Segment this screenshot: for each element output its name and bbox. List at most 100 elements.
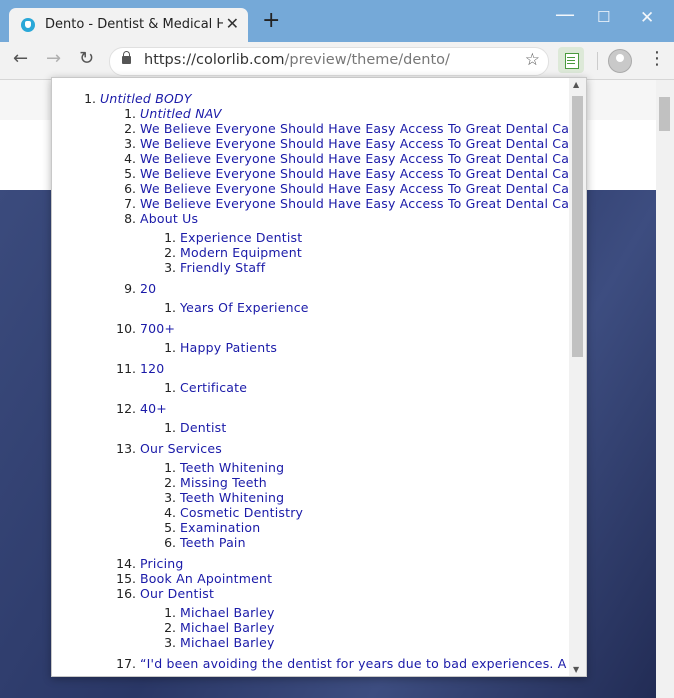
toolbar-divider xyxy=(597,52,598,70)
popup-scrollbar-thumb[interactable] xyxy=(572,96,583,357)
outline-subitem: Pricing xyxy=(140,556,568,571)
outline-subsubitem: Michael Barley xyxy=(180,620,568,635)
outline-subitem: Our Services Teeth WhiteningMissing Teeth… xyxy=(140,441,568,550)
outline-link[interactable]: 120 xyxy=(140,361,164,376)
browser-menu-icon[interactable]: ⋮ xyxy=(648,46,666,72)
close-window-button[interactable]: ✕ xyxy=(640,8,654,28)
outline-link[interactable]: We Believe Everyone Should Have Easy Acc… xyxy=(140,196,568,211)
outline-subsubitem: Michael Barley xyxy=(180,605,568,620)
outline-link[interactable]: We Believe Everyone Should Have Easy Acc… xyxy=(140,181,568,196)
bookmark-star-icon[interactable]: ☆ xyxy=(525,50,540,70)
outline-link[interactable]: Cosmetic Dentistry xyxy=(180,505,303,520)
outline-link[interactable]: We Believe Everyone Should Have Easy Acc… xyxy=(140,136,568,151)
outline-subsubitem: Missing Teeth xyxy=(180,475,568,490)
outline-subsubitem: Cosmetic Dentistry xyxy=(180,505,568,520)
minimize-button[interactable]: — xyxy=(555,2,575,26)
outline-popup: Untitled BODYUntitled NAVWe Believe Ever… xyxy=(51,77,587,677)
tab-close-icon[interactable]: ✕ xyxy=(226,14,239,33)
forward-arrow-icon[interactable]: → xyxy=(46,48,61,69)
outline-link[interactable]: Untitled BODY xyxy=(100,91,192,106)
outline-subsublist: Michael BarleyMichael BarleyMichael Barl… xyxy=(180,605,568,650)
popup-scrollbar[interactable]: ▲ ▼ xyxy=(569,78,586,676)
url-path: /preview/theme/dento/ xyxy=(284,52,450,68)
outline-subsubitem: Modern Equipment xyxy=(180,245,568,260)
outline-subitem: “I'd been avoiding the dentist for years… xyxy=(140,656,568,671)
outline-link[interactable]: Friendly Staff xyxy=(180,260,265,275)
outline-subsubitem: Teeth Whitening xyxy=(180,490,568,505)
outline-link[interactable]: Experience Dentist xyxy=(180,230,302,245)
outline-link[interactable]: “I'd been avoiding the dentist for years… xyxy=(140,656,567,671)
outline-subitem: 120 Certificate xyxy=(140,361,568,395)
outline-subitem: Book An Apointment xyxy=(140,571,568,586)
title-bar: Dento - Dentist & Medical HTM ✕ + — ☐ ✕ xyxy=(0,0,674,42)
page-scrollbar[interactable] xyxy=(656,80,674,698)
outline-link[interactable]: Missing Teeth xyxy=(180,475,267,490)
outline-subsubitem: Friendly Staff xyxy=(180,260,568,275)
outline-link[interactable]: Our Dentist xyxy=(140,586,214,601)
outline-sublist: Untitled NAVWe Believe Everyone Should H… xyxy=(140,106,568,671)
outline-subsublist: Experience DentistModern EquipmentFriend… xyxy=(180,230,568,275)
outline-link[interactable]: Teeth Whitening xyxy=(180,460,284,475)
outline-subitem: Untitled NAV xyxy=(140,106,568,121)
outline-link[interactable]: Happy Patients xyxy=(180,340,277,355)
outline-link[interactable]: Michael Barley xyxy=(180,620,275,635)
outline-link[interactable]: We Believe Everyone Should Have Easy Acc… xyxy=(140,121,568,136)
tooth-favicon-icon xyxy=(21,18,35,32)
outline-subsubitem: Michael Barley xyxy=(180,635,568,650)
outline-link[interactable]: Book An Apointment xyxy=(140,571,272,586)
outline-subitem: We Believe Everyone Should Have Easy Acc… xyxy=(140,196,568,211)
outline-link[interactable]: We Believe Everyone Should Have Easy Acc… xyxy=(140,166,568,181)
outline-content: Untitled BODYUntitled NAVWe Believe Ever… xyxy=(52,78,568,676)
outline-subsublist: Happy Patients xyxy=(180,340,568,355)
outline-subitem: We Believe Everyone Should Have Easy Acc… xyxy=(140,166,568,181)
outline-subitem: 20 Years Of Experience xyxy=(140,281,568,315)
lock-icon xyxy=(122,51,131,64)
outline-link[interactable]: Dentist xyxy=(180,420,226,435)
outline-link[interactable]: We Believe Everyone Should Have Easy Acc… xyxy=(140,151,568,166)
outline-subsubitem: Teeth Pain xyxy=(180,535,568,550)
outline-link[interactable]: Untitled NAV xyxy=(140,106,222,121)
outline-link[interactable]: Modern Equipment xyxy=(180,245,302,260)
reload-icon[interactable]: ↻ xyxy=(79,48,94,69)
browser-toolbar: ← → ↻ https://colorlib.com/preview/theme… xyxy=(0,42,674,80)
outline-link[interactable]: Certificate xyxy=(180,380,247,395)
maximize-button[interactable]: ☐ xyxy=(597,8,610,26)
outline-subsubitem: Dentist xyxy=(180,420,568,435)
outline-subsubitem: Happy Patients xyxy=(180,340,568,355)
url-text[interactable]: https://colorlib.com/preview/theme/dento… xyxy=(144,52,450,68)
profile-avatar-icon[interactable] xyxy=(608,49,632,73)
outline-link[interactable]: Pricing xyxy=(140,556,184,571)
outline-link[interactable]: 20 xyxy=(140,281,156,296)
outline-link[interactable]: About Us xyxy=(140,211,198,226)
address-bar[interactable]: https://colorlib.com/preview/theme/dento… xyxy=(109,47,549,76)
outline-link[interactable]: Michael Barley xyxy=(180,605,275,620)
outline-subitem: Our DentistMichael BarleyMichael BarleyM… xyxy=(140,586,568,650)
outline-subitem: We Believe Everyone Should Have Easy Acc… xyxy=(140,121,568,136)
page-scrollbar-thumb[interactable] xyxy=(659,97,670,131)
outline-subitem: We Believe Everyone Should Have Easy Acc… xyxy=(140,136,568,151)
outline-subsublist: Years Of Experience xyxy=(180,300,568,315)
outline-extension-icon[interactable] xyxy=(558,47,584,73)
outline-link[interactable]: Our Services xyxy=(140,441,222,456)
outline-subitem: About Us Experience DentistModern Equipme… xyxy=(140,211,568,275)
outline-subsubitem: Teeth Whitening xyxy=(180,460,568,475)
outline-item: Untitled BODYUntitled NAVWe Believe Ever… xyxy=(100,91,568,671)
back-arrow-icon[interactable]: ← xyxy=(13,48,28,69)
scroll-down-arrow-icon[interactable]: ▼ xyxy=(573,665,579,674)
scroll-up-arrow-icon[interactable]: ▲ xyxy=(573,80,579,89)
outline-link[interactable]: Teeth Whitening xyxy=(180,490,284,505)
url-host: https://colorlib.com xyxy=(144,52,285,68)
outline-subsublist: Certificate xyxy=(180,380,568,395)
outline-subsubitem: Years Of Experience xyxy=(180,300,568,315)
outline-link[interactable]: Examination xyxy=(180,520,260,535)
outline-link[interactable]: 700+ xyxy=(140,321,175,336)
outline-subitem: 40+ Dentist xyxy=(140,401,568,435)
outline-subsubitem: Examination xyxy=(180,520,568,535)
outline-link[interactable]: 40+ xyxy=(140,401,167,416)
tab-title: Dento - Dentist & Medical HTM xyxy=(45,17,223,32)
outline-link[interactable]: Years Of Experience xyxy=(180,300,309,315)
new-tab-button[interactable]: + xyxy=(262,10,280,32)
outline-link[interactable]: Teeth Pain xyxy=(180,535,246,550)
browser-tab[interactable]: Dento - Dentist & Medical HTM ✕ xyxy=(9,8,248,42)
outline-link[interactable]: Michael Barley xyxy=(180,635,275,650)
